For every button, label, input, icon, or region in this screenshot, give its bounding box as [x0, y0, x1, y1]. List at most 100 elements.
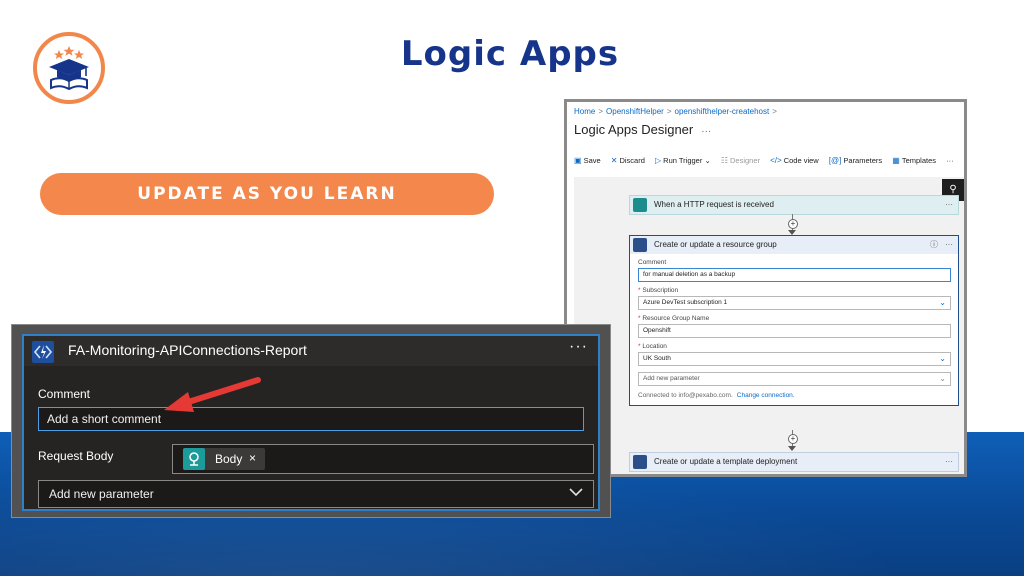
- action-card-more-button[interactable]: ···: [569, 338, 588, 356]
- chevron-down-icon: ⌄: [939, 354, 946, 363]
- request-body-input[interactable]: Body ×: [172, 444, 594, 474]
- template-deployment-step[interactable]: Create or update a template deployment ·…: [629, 452, 959, 472]
- play-icon: ▷: [655, 156, 662, 165]
- brand-logo: [33, 32, 105, 104]
- add-parameter-select[interactable]: Add new parameter ⌄: [638, 372, 951, 386]
- breadcrumb-separator: >: [598, 107, 604, 116]
- change-connection-link[interactable]: Change connection.: [737, 392, 795, 399]
- body-token-label: Body: [215, 452, 243, 466]
- page-title: Logic Apps: [400, 34, 620, 74]
- http-request-icon: [183, 448, 205, 470]
- trigger-step-title: When a HTTP request is received: [654, 200, 774, 209]
- http-request-icon: [633, 198, 647, 212]
- breadcrumb-openshifthelper[interactable]: OpenshiftHelper: [606, 107, 664, 116]
- parameters-label: Parameters: [843, 156, 883, 165]
- resource-group-step-header[interactable]: Create or update a resource group ⓘ ···: [630, 236, 958, 254]
- info-icon[interactable]: ⓘ: [930, 236, 938, 254]
- title-more-button[interactable]: ···: [701, 126, 711, 137]
- resource-group-step-title: Create or update a resource group: [654, 240, 777, 249]
- dark-card-screenshot: FA-Monitoring-APIConnections-Report ··· …: [11, 324, 611, 518]
- designer-title-text: Logic Apps Designer: [574, 122, 694, 137]
- add-parameter-label: Add new parameter: [49, 487, 154, 501]
- designer-title: Logic Apps Designer ···: [574, 122, 711, 137]
- breadcrumb-separator: >: [772, 107, 777, 116]
- annotation-arrow-icon: [164, 377, 261, 412]
- comment-value: for manual deletion as a backup: [643, 271, 736, 278]
- request-body-label: Request Body: [38, 449, 114, 463]
- graduation-cap-icon: [49, 46, 89, 91]
- template-deployment-icon: [633, 455, 647, 469]
- save-label: Save: [583, 156, 601, 165]
- code-view-button[interactable]: </> Code view: [770, 156, 819, 165]
- resource-group-name-input[interactable]: Openshift: [638, 324, 951, 338]
- save-icon: ▣: [574, 156, 582, 165]
- comment-placeholder: Add a short comment: [47, 412, 162, 426]
- action-card-header[interactable]: FA-Monitoring-APIConnections-Report ···: [24, 336, 598, 366]
- chevron-down-icon: ⌄: [939, 298, 946, 307]
- trigger-more-button[interactable]: ···: [945, 196, 953, 214]
- connection-info: Connected to info@pexabo.com. Change conn…: [638, 392, 958, 399]
- discard-button[interactable]: ✕ Discard: [611, 156, 645, 165]
- templates-label: Templates: [901, 156, 936, 165]
- code-view-label: Code view: [783, 156, 819, 165]
- breadcrumb-createhost[interactable]: openshifthelper-createhost: [675, 107, 770, 116]
- add-parameter-select[interactable]: Add new parameter: [38, 480, 594, 508]
- close-icon: ✕: [610, 156, 618, 165]
- template-deployment-step-title: Create or update a template deployment: [654, 457, 798, 466]
- resource-group-name-value: Openshift: [643, 327, 671, 334]
- resource-group-step[interactable]: Create or update a resource group ⓘ ··· …: [629, 235, 959, 406]
- location-label: * Location: [638, 343, 667, 350]
- tagline-banner: UPDATE AS YOU LEARN: [40, 173, 494, 215]
- plus-icon: +: [790, 434, 796, 443]
- comment-label: Comment: [38, 387, 91, 401]
- location-select[interactable]: UK South ⌄: [638, 352, 951, 366]
- run-trigger-label: Run Trigger: [663, 156, 703, 165]
- chevron-down-icon: [569, 488, 583, 497]
- breadcrumb-home[interactable]: Home: [574, 107, 595, 116]
- subscription-select[interactable]: Azure DevTest subscription 1 ⌄: [638, 296, 951, 310]
- breadcrumb: Home > OpenshiftHelper > openshifthelper-cre…: [574, 107, 780, 116]
- templates-button[interactable]: ▦ Templates: [892, 156, 936, 165]
- resource-group-more-button[interactable]: ···: [945, 236, 953, 254]
- add-parameter-label: Add new parameter: [643, 375, 700, 382]
- subscription-value: Azure DevTest subscription 1: [643, 299, 728, 306]
- chevron-down-icon: ⌄: [939, 374, 946, 383]
- plus-icon: +: [790, 219, 796, 228]
- breadcrumb-separator: >: [666, 107, 672, 116]
- connected-to-text: Connected to info@pexabo.com.: [638, 392, 733, 399]
- chevron-down-icon: ⌄: [704, 156, 711, 165]
- parameters-icon: [@]: [828, 156, 842, 165]
- template-deployment-more-button[interactable]: ···: [945, 453, 953, 471]
- insert-step-button[interactable]: +: [788, 219, 798, 229]
- designer-screenshot: Home > OpenshiftHelper > openshifthelper-cre…: [564, 99, 967, 477]
- function-app-icon: [32, 341, 54, 363]
- designer-icon: ☷: [720, 156, 728, 165]
- discard-label: Discard: [619, 156, 645, 165]
- remove-token-icon[interactable]: ×: [249, 451, 256, 465]
- resource-group-name-label: * Resource Group Name: [638, 315, 710, 322]
- body-token[interactable]: Body ×: [183, 448, 265, 470]
- template-deployment-step-header[interactable]: Create or update a template deployment ·…: [630, 453, 958, 471]
- templates-icon: ▦: [892, 156, 900, 165]
- zoom-in-icon: ⚲: [949, 184, 957, 195]
- designer-button[interactable]: ☷ Designer: [721, 156, 760, 165]
- action-card[interactable]: FA-Monitoring-APIConnections-Report ··· …: [22, 334, 600, 511]
- trigger-step[interactable]: When a HTTP request is received ···: [629, 195, 959, 215]
- resource-group-icon: [633, 238, 647, 252]
- insert-step-button[interactable]: +: [788, 434, 798, 444]
- action-card-title: FA-Monitoring-APIConnections-Report: [68, 342, 307, 358]
- subscription-label: * Subscription: [638, 287, 679, 294]
- designer-toolbar: ▣ Save ✕ Discard ▷ Run Trigger ⌄ ☷ Designer …: [574, 156, 962, 170]
- arrow-down-icon: [788, 446, 796, 451]
- comment-input[interactable]: Add a short comment: [38, 407, 584, 431]
- run-trigger-button[interactable]: ▷ Run Trigger ⌄: [655, 156, 711, 165]
- save-button[interactable]: ▣ Save: [574, 156, 601, 165]
- designer-label: Designer: [730, 156, 761, 165]
- comment-label: Comment: [638, 259, 667, 266]
- trigger-step-header[interactable]: When a HTTP request is received ···: [630, 196, 958, 214]
- comment-input[interactable]: for manual deletion as a backup: [638, 268, 951, 282]
- location-value: UK South: [643, 355, 671, 362]
- toolbar-more-button[interactable]: ···: [946, 156, 954, 165]
- parameters-button[interactable]: [@] Parameters: [829, 156, 882, 165]
- designer-canvas: ⚲ When a HTTP request is received ··· + …: [574, 177, 964, 474]
